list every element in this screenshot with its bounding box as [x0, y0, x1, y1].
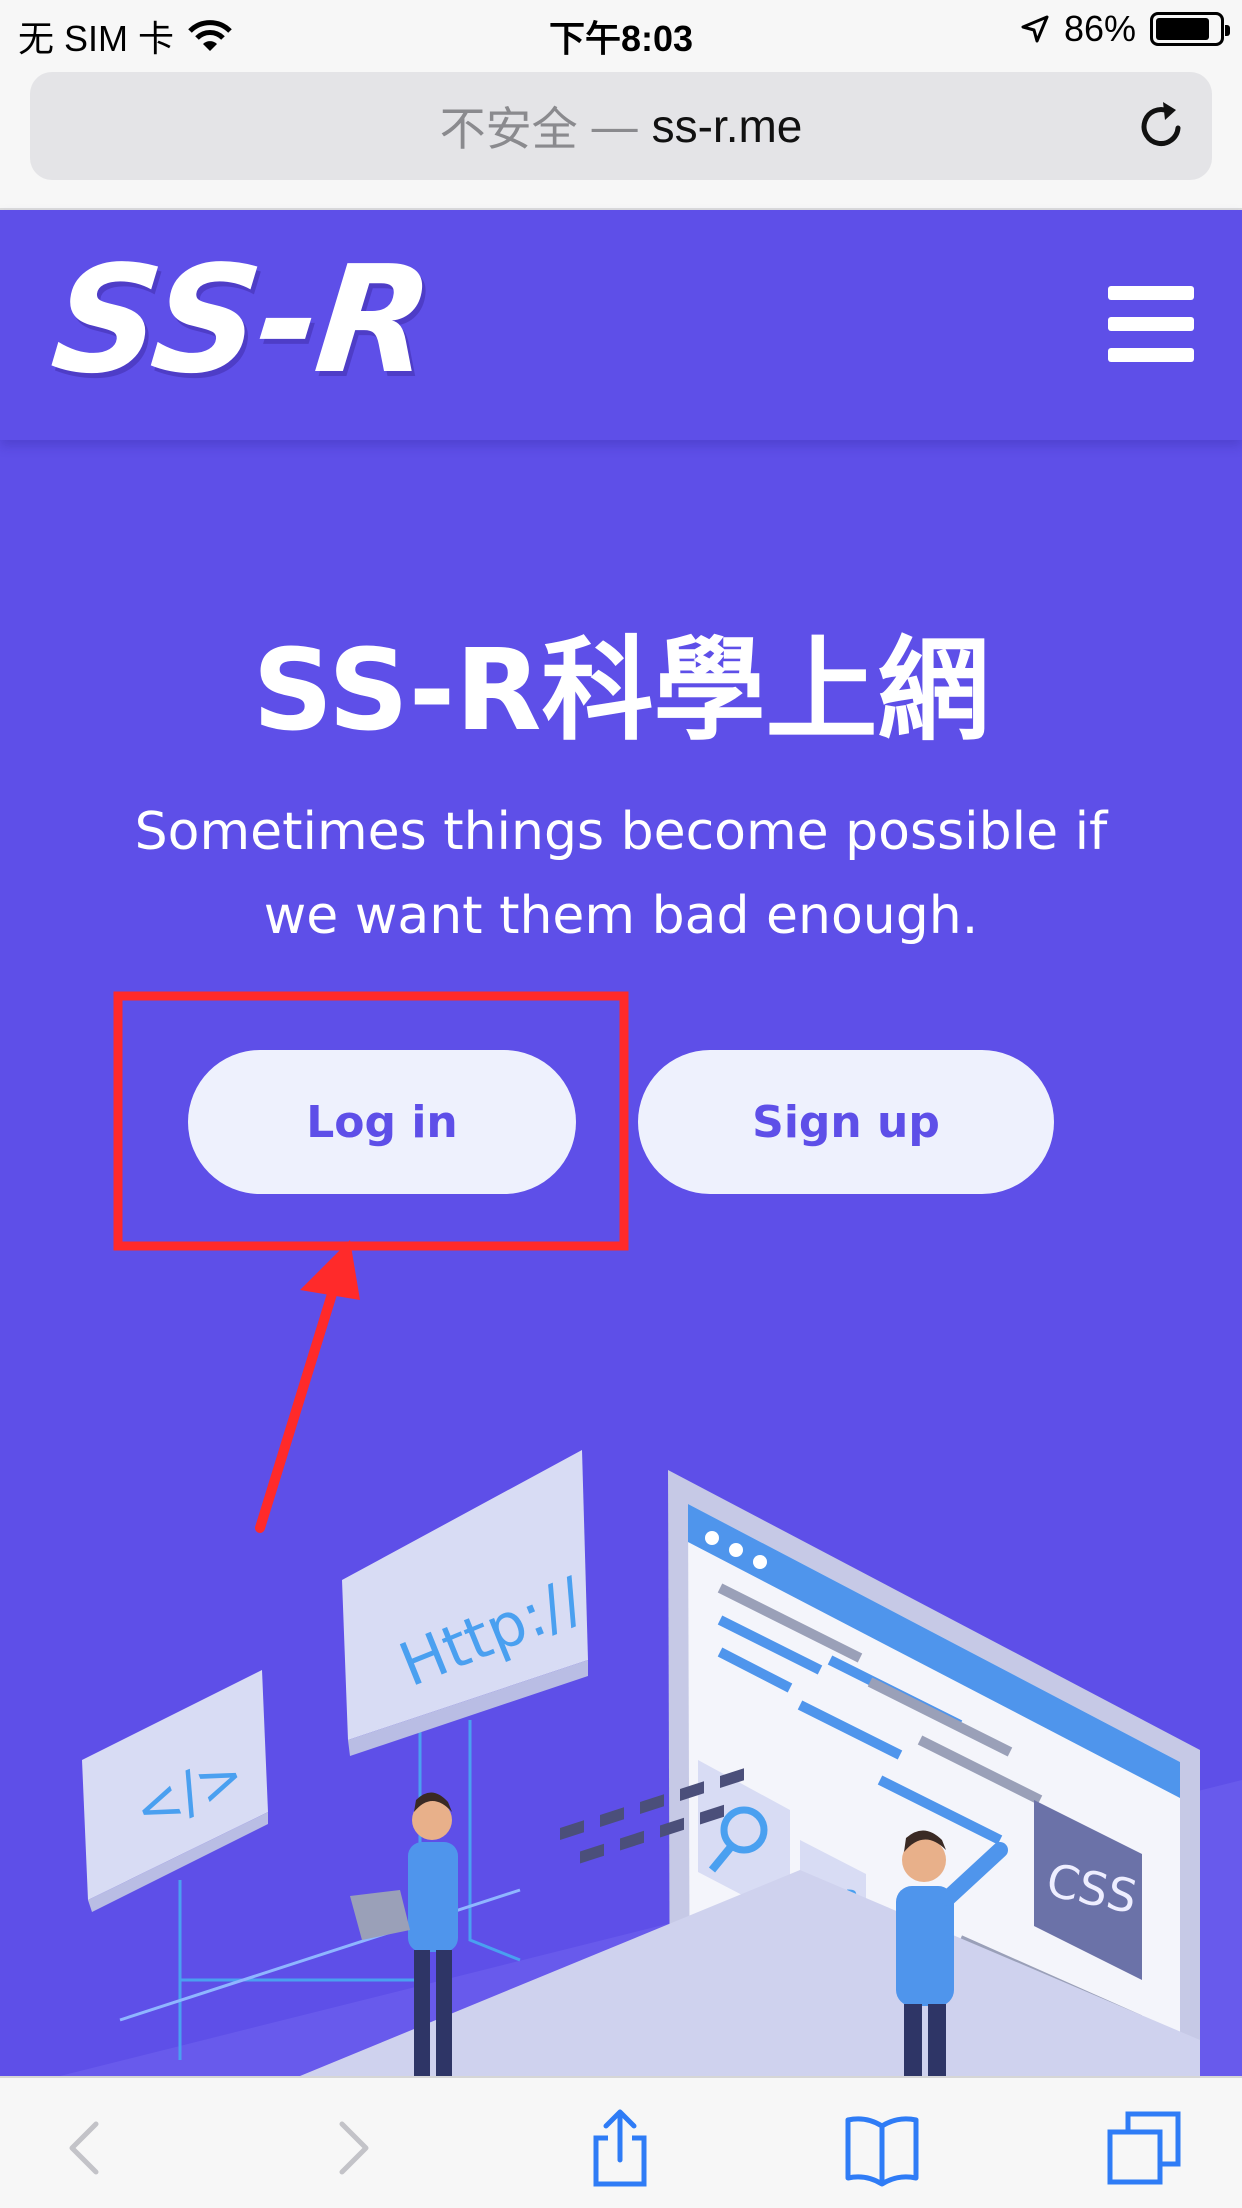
status-right: 86% [1020, 8, 1230, 50]
battery-icon [1150, 12, 1230, 46]
battery-fill [1156, 18, 1210, 40]
annotation-arrowhead [300, 1240, 360, 1300]
menu-icon[interactable] [1108, 286, 1194, 362]
menu-bar [1108, 286, 1194, 300]
hero-illustration: </> Http:// CSS [60, 1450, 1242, 2076]
site-header: SS-R [0, 210, 1242, 440]
bookmarks-icon[interactable] [842, 2108, 922, 2188]
site-logo[interactable]: SS-R [45, 234, 438, 406]
browser-toolbar [0, 2076, 1242, 2208]
tabs-icon[interactable] [1104, 2108, 1184, 2188]
share-icon[interactable] [580, 2108, 660, 2188]
signup-button[interactable]: Sign up [638, 1050, 1054, 1194]
browser-address-area: 不安全 — ss-r.me [0, 62, 1242, 210]
http-card: Http:// [342, 1450, 594, 1756]
back-icon[interactable] [46, 2108, 126, 2188]
status-bar: 无 SIM 卡 下午8:03 86% [0, 0, 1242, 62]
menu-bar [1108, 317, 1194, 331]
location-arrow-icon [1021, 15, 1049, 43]
hero-subtitle: Sometimes things become possible if we w… [134, 802, 1108, 946]
address-bar[interactable]: 不安全 — ss-r.me [30, 72, 1212, 180]
reload-icon[interactable] [1134, 98, 1190, 154]
code-tag-card: </> [82, 1670, 268, 1912]
battery-percent: 86% [1063, 8, 1136, 49]
address-separator: — [591, 100, 638, 152]
login-button[interactable]: Log in [188, 1050, 576, 1194]
insecure-label: 不安全 [439, 103, 578, 155]
hero-title: SS-R科學上網 [252, 626, 990, 756]
battery-cap [1225, 25, 1230, 36]
address-domain: ss-r.me [651, 100, 803, 152]
menu-bar [1108, 348, 1194, 362]
forward-icon[interactable] [312, 2108, 392, 2188]
